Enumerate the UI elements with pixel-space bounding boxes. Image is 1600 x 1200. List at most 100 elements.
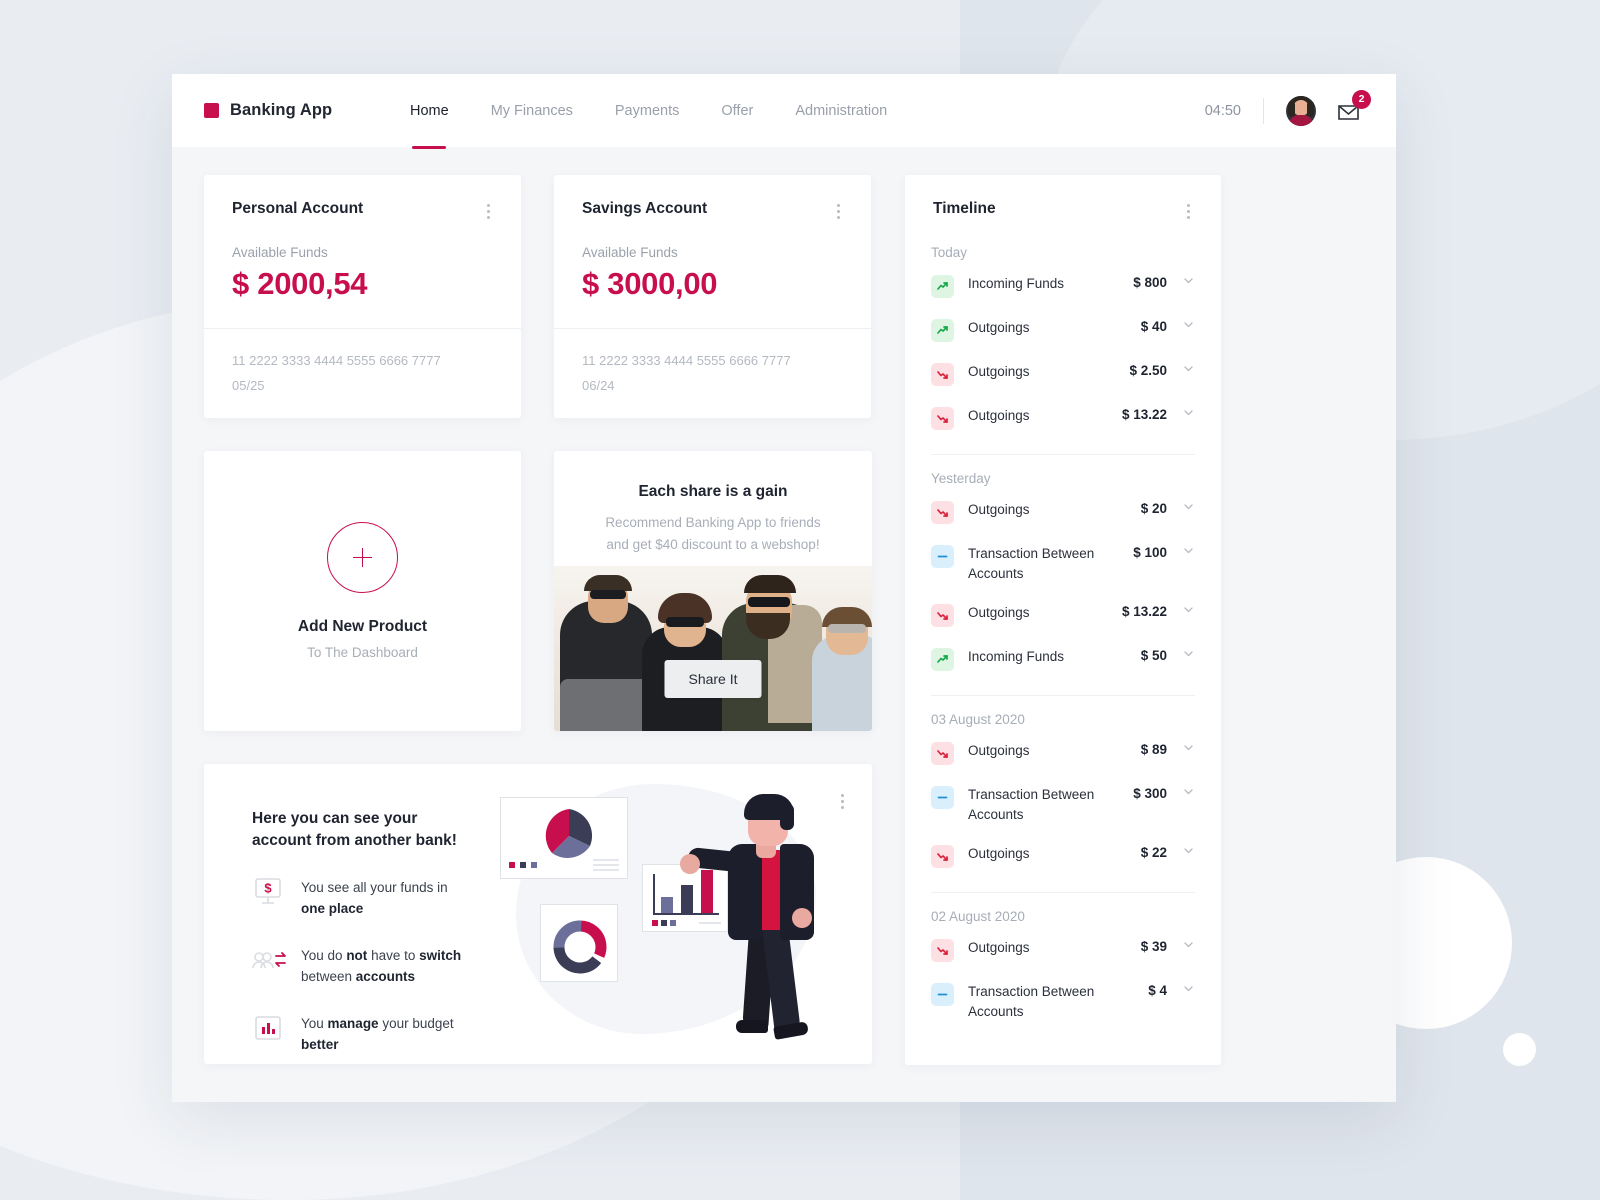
add-new-product-card[interactable]: Add New Product To The Dashboard: [204, 451, 521, 731]
pie-chart-panel: [500, 797, 628, 879]
feature-one-place-text: You see all your funds in one place: [301, 880, 448, 916]
timeline-row[interactable]: Outgoings $ 13.22: [931, 396, 1195, 440]
bar-chart-icon: [252, 1012, 284, 1044]
transfer-minus-icon: [931, 983, 954, 1007]
nav-item-home[interactable]: Home: [389, 74, 470, 147]
chevron-down-icon[interactable]: [1181, 986, 1195, 992]
timeline-row[interactable]: Incoming Funds $ 50: [931, 637, 1195, 681]
savings-account-title: Savings Account: [582, 200, 708, 217]
right-column: Timeline Today Incoming Funds $ 800 Outgoin…: [905, 175, 1221, 1065]
another-bank-promo-card: Here you can see your account from anoth…: [204, 764, 872, 1064]
personal-account-expiry: 05/25: [232, 378, 265, 394]
timeline-row-label: Outgoings: [968, 364, 1030, 379]
personal-account-funds-label: Available Funds: [232, 245, 328, 260]
timeline-row[interactable]: Outgoings $ 39: [931, 928, 1195, 972]
timeline-row-label: Transaction Between Accounts: [968, 787, 1095, 822]
timeline-row-label: Transaction Between Accounts: [968, 546, 1095, 581]
chevron-down-icon[interactable]: [1181, 745, 1195, 751]
timeline-row-amount: $ 50: [1140, 648, 1167, 664]
timeline-row-label: Outgoings: [968, 605, 1030, 621]
add-product-title: Add New Product: [297, 618, 428, 635]
savings-account-card: Savings Account Available Funds $ 3000,0…: [554, 175, 871, 418]
feature-one-place: $ You see all your funds in one place: [252, 876, 474, 920]
add-product-subtitle: To The Dashboard: [307, 645, 418, 660]
transfer-minus-icon: [931, 545, 954, 568]
timeline-row-label: Outgoings: [968, 408, 1030, 423]
transfer-minus-icon: [931, 786, 954, 810]
timeline-row-amount: $ 2.50: [1129, 363, 1167, 378]
savings-account-funds-label: Available Funds: [582, 245, 678, 260]
donut-chart-panel: [540, 904, 618, 982]
promo-text-block: Here you can see your account from anoth…: [204, 764, 474, 1056]
timeline-row-label: Outgoings: [968, 940, 1030, 956]
chevron-down-icon[interactable]: [1181, 366, 1195, 372]
svg-text:$: $: [264, 881, 272, 896]
timeline-row-label: Outgoings: [968, 846, 1030, 862]
trend-down-icon: [931, 604, 954, 628]
timeline-row[interactable]: Outgoings $ 13.22: [931, 593, 1195, 637]
personal-account-menu-icon[interactable]: [484, 200, 493, 223]
timeline-group-label: Today: [931, 245, 968, 260]
timeline-row-amount: $ 39: [1140, 939, 1167, 955]
middle-row: Add New Product To The Dashboard Each sh…: [204, 451, 872, 731]
timeline-row[interactable]: Outgoings $ 89: [931, 731, 1195, 775]
chevron-down-icon[interactable]: [1181, 410, 1195, 416]
chevron-down-icon[interactable]: [1181, 848, 1195, 854]
timeline-row[interactable]: Outgoings $ 2.50: [931, 352, 1195, 396]
personal-account-number: 11 2222 3333 4444 5555 6666 7777: [232, 353, 441, 368]
nav-item-my-finances[interactable]: My Finances: [470, 74, 594, 147]
nav-item-offer[interactable]: Offer: [700, 74, 774, 147]
timeline-row[interactable]: Transaction Between Accounts $ 100: [931, 534, 1195, 593]
share-promo-card: Each share is a gain Recommend Banking A…: [554, 451, 872, 731]
nav-item-payments[interactable]: Payments: [594, 74, 700, 147]
chevron-down-icon[interactable]: [1181, 278, 1195, 284]
timeline-row-label: Outgoings: [968, 502, 1030, 517]
timeline-row-amount: $ 4: [1148, 983, 1167, 999]
mail-badge: 2: [1352, 89, 1371, 109]
trend-down-icon: [931, 845, 954, 869]
savings-account-menu-icon[interactable]: [834, 200, 843, 223]
personal-account-card: Personal Account Available Funds $ 2000,…: [204, 175, 521, 418]
timeline-row[interactable]: Outgoings $ 20: [931, 490, 1195, 534]
chevron-down-icon[interactable]: [1181, 651, 1195, 657]
timeline-row[interactable]: Outgoings $ 22: [931, 834, 1195, 878]
feature-switch-accounts: You do not have to switch between accoun…: [252, 944, 474, 988]
person-illustration: [680, 788, 854, 1043]
dashboard-content: Personal Account Available Funds $ 2000,…: [172, 147, 1396, 1065]
header-right: 04:50 2: [1204, 89, 1371, 126]
timeline-group-divider: [931, 454, 1195, 455]
brand[interactable]: Banking App: [204, 101, 389, 120]
trend-down-icon: [931, 501, 954, 524]
clock: 04:50: [1204, 102, 1241, 119]
chevron-down-icon[interactable]: [1181, 548, 1195, 554]
share-it-button[interactable]: Share It: [664, 660, 762, 698]
timeline-row[interactable]: Incoming Funds $ 800: [931, 264, 1195, 308]
header-divider: [1263, 97, 1264, 124]
mail-button[interactable]: 2: [1336, 89, 1371, 124]
timeline-group-divider: [931, 695, 1195, 697]
chevron-down-icon[interactable]: [1181, 942, 1195, 948]
timeline-group-label: Yesterday: [931, 471, 991, 486]
chevron-down-icon[interactable]: [1181, 607, 1195, 613]
timeline-row-amount: $ 13.22: [1121, 604, 1167, 620]
timeline-row-label: Transaction Between Accounts: [968, 984, 1095, 1019]
timeline-row-amount: $ 89: [1140, 742, 1167, 758]
avatar[interactable]: [1286, 95, 1316, 126]
chevron-down-icon[interactable]: [1181, 322, 1195, 328]
timeline-menu-icon[interactable]: [1184, 200, 1193, 223]
trend-down-icon: [931, 407, 954, 430]
nav-item-administration[interactable]: Administration: [774, 74, 908, 147]
timeline-row[interactable]: Transaction Between Accounts $ 300: [931, 775, 1195, 834]
trend-down-icon: [931, 939, 954, 963]
app-window: Banking App Home My Finances Payments Of…: [172, 74, 1396, 1102]
share-subtitle: Recommend Banking App to friends and get…: [605, 515, 821, 553]
chevron-down-icon[interactable]: [1181, 789, 1195, 795]
timeline-row[interactable]: Transaction Between Accounts $ 4: [931, 972, 1195, 1031]
savings-account-amount: $ 3000,00: [582, 266, 718, 301]
chevron-down-icon[interactable]: [1181, 504, 1195, 510]
promo-title: Here you can see your account from anoth…: [252, 810, 457, 849]
timeline-list: Today Incoming Funds $ 800 Outgoings $ 40 Out…: [905, 223, 1221, 1031]
timeline-row-label: Incoming Funds: [968, 649, 1065, 665]
logo-icon: [204, 103, 219, 118]
timeline-row[interactable]: Outgoings $ 40: [931, 308, 1195, 352]
